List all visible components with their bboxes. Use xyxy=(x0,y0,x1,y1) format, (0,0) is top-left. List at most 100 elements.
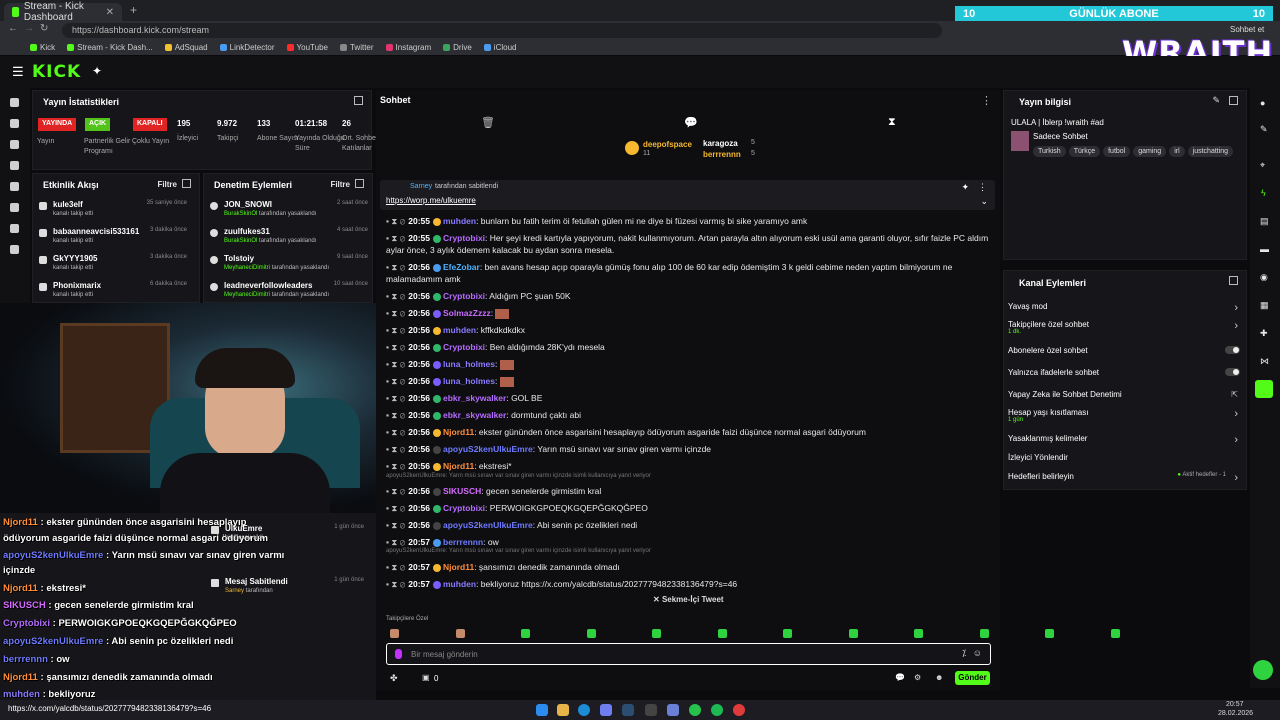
stream-tag[interactable]: gaming xyxy=(1133,146,1167,157)
command-icon[interactable]: ⁒ xyxy=(962,648,966,659)
toggle-switch[interactable] xyxy=(1225,368,1240,376)
bookmark-item[interactable]: YouTube xyxy=(286,43,328,52)
banned-user[interactable]: zuulfukes31 xyxy=(224,227,270,236)
bookmark-item[interactable]: Drive xyxy=(443,43,472,52)
broadcast-icon[interactable] xyxy=(10,98,19,107)
app-icon[interactable] xyxy=(667,704,679,716)
emote-icon[interactable] xyxy=(390,629,399,638)
discord-icon[interactable] xyxy=(600,704,612,716)
message-username[interactable]: luna_holmes xyxy=(443,376,495,386)
unpin-icon[interactable]: ✦ xyxy=(961,182,969,193)
message-mod-tools[interactable]: ▪ ⧗ ⊘ xyxy=(386,233,405,243)
stream-tag[interactable]: irl xyxy=(1169,146,1185,157)
browser-tab[interactable]: Stream - Kick Dashboard ✕ xyxy=(4,1,122,23)
message-username[interactable]: ebkr_skywalker xyxy=(443,393,506,403)
stream-tag[interactable]: Türkçe xyxy=(1068,146,1101,157)
message-mod-tools[interactable]: ▪ ⧗ ⊘ xyxy=(386,393,405,403)
forward-icon[interactable]: → xyxy=(24,23,34,34)
moderation-filter-button[interactable]: Filtre xyxy=(330,180,350,189)
emote-icon[interactable] xyxy=(717,629,727,638)
gift-icon[interactable]: ▣ xyxy=(422,673,430,682)
channel-action-row[interactable]: İzleyici Yönlendir xyxy=(1008,453,1240,467)
mic-icon[interactable] xyxy=(395,649,402,659)
message-username[interactable]: Cryptobixi xyxy=(443,233,485,243)
emote-icon[interactable] xyxy=(914,629,923,638)
emote-icon[interactable] xyxy=(979,629,989,638)
tool-icon[interactable]: ✚ xyxy=(1260,328,1268,339)
message-username[interactable]: EfeZobar xyxy=(443,262,480,272)
mod-event[interactable]: Mesaj Sabitlendi xyxy=(225,577,288,586)
new-tab-icon[interactable]: + xyxy=(130,3,137,17)
edit-icon[interactable]: ✎ xyxy=(1212,95,1220,106)
message-mod-tools[interactable]: ▪ ⧗ ⊘ xyxy=(386,486,405,496)
gallery-icon[interactable] xyxy=(10,182,19,191)
moderator-name[interactable]: MeyhaneciDimitri xyxy=(224,292,270,298)
chat-icon[interactable]: ▬ xyxy=(1260,244,1269,254)
message-mod-tools[interactable]: ▪ ⧗ ⊘ xyxy=(386,376,405,386)
profile-label[interactable]: Sohbet et xyxy=(1230,25,1264,34)
toggle-switch[interactable] xyxy=(1225,346,1240,354)
message-mod-tools[interactable]: ▪ ⧗ ⊘ xyxy=(386,562,405,572)
banned-user[interactable]: JON_SNOWI xyxy=(224,200,272,209)
moderator-name[interactable]: BurakSkinOl xyxy=(224,238,257,244)
user-icon[interactable] xyxy=(10,245,19,254)
follower-name[interactable]: Phonixmarix xyxy=(53,281,101,290)
pinned-link[interactable]: https://worp.me/ulkuemre xyxy=(386,196,476,205)
trash-icon[interactable]: 🗑 xyxy=(481,116,495,129)
reload-icon[interactable]: ↻ xyxy=(40,23,48,34)
start-icon[interactable] xyxy=(536,704,548,716)
follower-name[interactable]: GkYYY1905 xyxy=(53,254,97,263)
emote-icon[interactable] xyxy=(783,629,792,638)
popout-icon[interactable] xyxy=(1229,276,1238,285)
chat-icon[interactable] xyxy=(10,140,19,149)
emote-icon[interactable] xyxy=(455,629,465,638)
stream-tag[interactable]: justchatting xyxy=(1187,146,1234,157)
app-icon[interactable] xyxy=(645,704,657,716)
pencil-icon[interactable]: ✎ xyxy=(1260,124,1268,135)
edge-icon[interactable] xyxy=(578,704,590,716)
explorer-icon[interactable] xyxy=(557,704,569,716)
message-mod-tools[interactable]: ▪ ⧗ ⊘ xyxy=(386,262,405,272)
message-username[interactable]: apoyuS2kenUlkuEmre xyxy=(443,444,533,454)
channel-action-row[interactable]: Yalnızca ifadelerle sohbet xyxy=(1008,368,1240,382)
message-mod-tools[interactable]: ▪ ⧗ ⊘ xyxy=(386,308,405,318)
chat-menu-icon[interactable]: ⋮ xyxy=(981,94,992,107)
layout-icon[interactable]: ▦ xyxy=(1260,300,1269,311)
moderator-name[interactable]: MeyhaneciDimitri xyxy=(224,265,270,271)
kick-logo[interactable]: KICK xyxy=(32,62,81,82)
top-user-3[interactable]: berrrennn xyxy=(703,150,741,159)
message-username[interactable]: Njord11 xyxy=(443,461,474,471)
emote-icon[interactable] xyxy=(1045,629,1054,638)
message-username[interactable]: SolmazZzzz xyxy=(443,308,491,318)
bolt-icon[interactable]: ϟ xyxy=(1261,188,1266,198)
message-username[interactable]: Njord11 xyxy=(443,562,474,572)
doc-icon[interactable]: ▤ xyxy=(1260,216,1269,227)
message-username[interactable]: Njord11 xyxy=(443,427,474,437)
activity-filter-button[interactable]: Filtre xyxy=(157,180,177,189)
trophy-icon[interactable] xyxy=(10,161,19,170)
share-icon[interactable]: ⋈ xyxy=(1260,356,1269,367)
mod-event[interactable]: UlkuEmre xyxy=(225,524,262,533)
bookmark-item[interactable]: Stream - Kick Dash... xyxy=(67,43,153,52)
send-button[interactable]: Gönder xyxy=(955,671,990,685)
emote-icon[interactable] xyxy=(652,629,661,638)
gear-icon[interactable]: ⚙ xyxy=(914,673,921,682)
support-chat-icon[interactable] xyxy=(1253,660,1273,680)
whatsapp-icon[interactable] xyxy=(689,704,701,716)
message-mod-tools[interactable]: ▪ ⧗ ⊘ xyxy=(386,444,405,454)
message-mod-tools[interactable]: ▪ ⧗ ⊘ xyxy=(386,503,405,513)
top-user-2[interactable]: karagoza xyxy=(703,139,738,148)
message-mod-tools[interactable]: ▪ ⧗ ⊘ xyxy=(386,461,405,471)
banned-user[interactable]: Tolstoiy xyxy=(224,254,254,263)
stream-tag[interactable]: futbol xyxy=(1103,146,1131,157)
message-username[interactable]: apoyuS2kenUlkuEmre xyxy=(443,520,533,530)
tool-icon[interactable] xyxy=(10,203,19,212)
chat-bubble-icon[interactable]: 💬 xyxy=(684,116,698,129)
message-username[interactable]: muhden xyxy=(443,325,476,335)
popout-icon[interactable] xyxy=(355,179,364,188)
stream-tag[interactable]: Turkish xyxy=(1033,146,1066,157)
message-mod-tools[interactable]: ▪ ⧗ ⊘ xyxy=(386,342,405,352)
message-mod-tools[interactable]: ▪ ⧗ ⊘ xyxy=(386,520,405,530)
message-username[interactable]: Cryptobixi xyxy=(443,291,485,301)
follower-name[interactable]: babaanneavcisi533161 xyxy=(53,227,139,236)
